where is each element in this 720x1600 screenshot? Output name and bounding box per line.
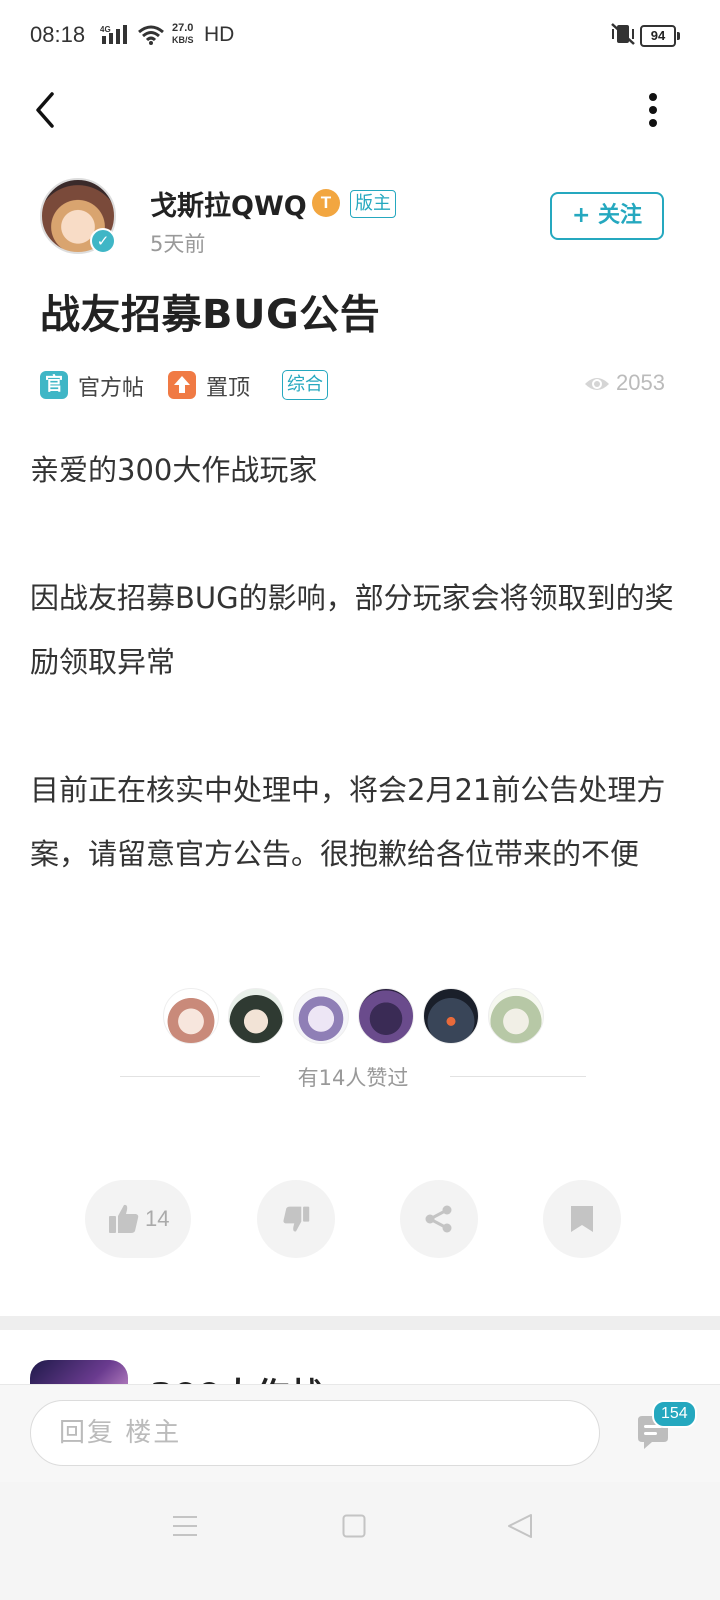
bookmark-button[interactable]	[543, 1180, 621, 1258]
official-tag: 官方帖	[78, 376, 145, 401]
liker-avatar[interactable]	[358, 988, 414, 1044]
network-speed: 27.0 KB/S	[172, 22, 194, 45]
liker-avatar[interactable]	[293, 988, 349, 1044]
likes-summary[interactable]: 有14人赞过	[0, 1062, 706, 1092]
thumbs-up-icon	[109, 1204, 139, 1233]
moderator-badge: 版主	[350, 190, 396, 218]
liker-avatar[interactable]	[163, 988, 219, 1044]
post-paragraph: 因战友招募BUG的影响，部分玩家会将领取到的奖励领取异常	[30, 581, 674, 679]
vibrate-mute-icon	[611, 23, 635, 45]
like-button[interactable]	[85, 1180, 191, 1258]
verified-icon: ✓	[90, 228, 116, 254]
wifi-icon	[138, 25, 164, 45]
post-body: 亲爱的300大作战玩家 因战友招募BUG的影响，部分玩家会将领取到的奖励领取异常…	[30, 438, 680, 886]
nav-back-icon[interactable]	[506, 1512, 534, 1540]
view-count: 2053	[616, 370, 665, 395]
author-name[interactable]: 戈斯拉QWQ	[150, 184, 307, 223]
share-button[interactable]	[400, 1180, 478, 1258]
post-paragraph: 亲爱的300大作战玩家	[30, 453, 318, 487]
share-icon	[425, 1205, 452, 1233]
back-icon[interactable]	[28, 88, 68, 132]
bookmark-icon	[571, 1206, 593, 1232]
liker-avatar[interactable]	[488, 988, 544, 1044]
thumbs-down-icon	[283, 1206, 310, 1232]
pinned-tag: 置顶	[206, 376, 251, 401]
comment-count-badge: 154	[652, 1400, 697, 1428]
official-tag-icon: 官	[40, 371, 68, 399]
post-title: 战友招募BUG公告	[40, 292, 381, 338]
dislike-button[interactable]	[257, 1180, 335, 1258]
home-icon[interactable]	[342, 1514, 366, 1538]
follow-button[interactable]: + 关注	[550, 192, 664, 240]
post-time: 5天前	[150, 232, 206, 256]
more-options-icon[interactable]	[640, 90, 666, 134]
reply-input[interactable]: 回复 楼主	[30, 1400, 600, 1466]
category-tag[interactable]: 综合	[282, 370, 328, 400]
liker-avatar[interactable]	[423, 988, 479, 1044]
svg-text:4G: 4G	[100, 25, 111, 34]
hd-indicator: HD	[204, 23, 235, 46]
status-bar: 08:18 4G 27.0 KB/S HD 94	[0, 0, 720, 72]
cellular-signal-icon: 4G	[100, 25, 127, 44]
section-divider	[0, 1316, 720, 1330]
pinned-icon	[168, 371, 196, 399]
like-count: 14	[145, 1206, 170, 1231]
post-paragraph: 目前正在核实中处理中，将会2月21前公告处理方案，请留意官方公告。很抱歉给各位带…	[30, 773, 666, 871]
battery-indicator: 94	[640, 25, 680, 47]
system-nav-bar	[0, 1482, 720, 1600]
eye-icon	[585, 378, 609, 390]
menu-icon[interactable]	[172, 1514, 198, 1538]
level-badge: T	[312, 189, 340, 217]
status-time: 08:18	[30, 22, 86, 47]
liker-avatar[interactable]	[228, 988, 284, 1044]
